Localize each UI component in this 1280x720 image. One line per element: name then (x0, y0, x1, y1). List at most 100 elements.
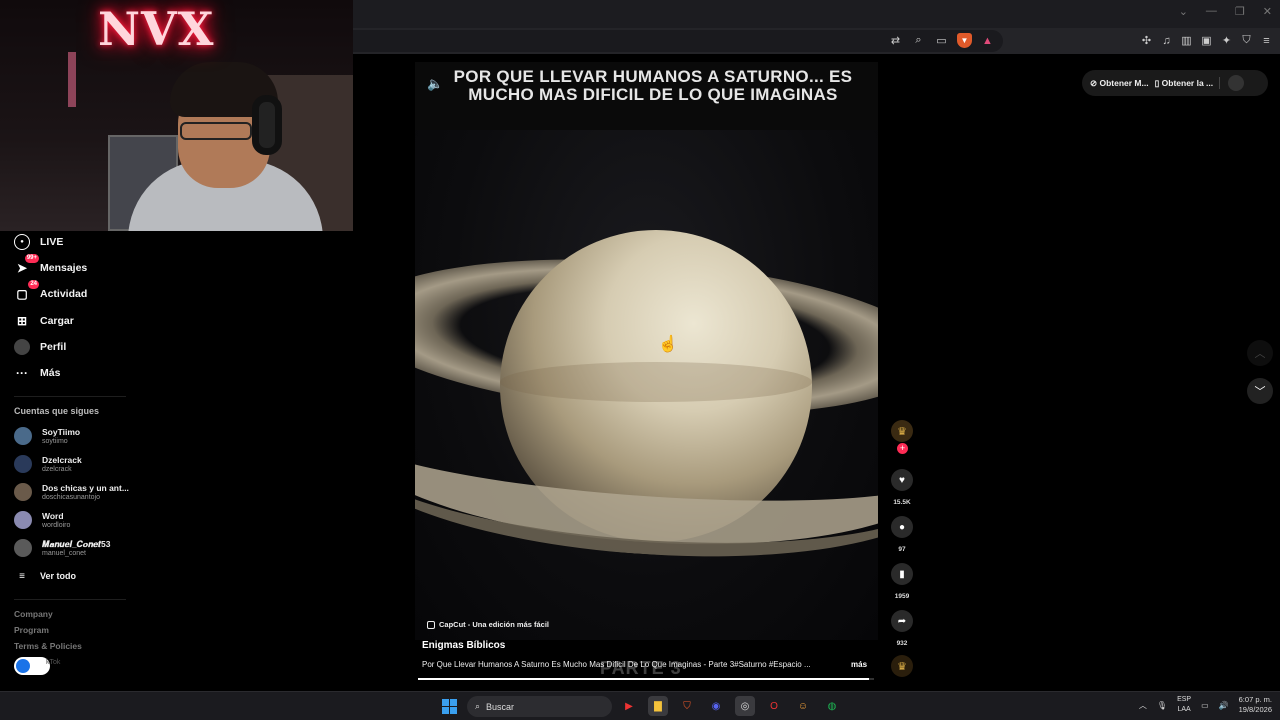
messenger-app-icon[interactable]: ☺ (793, 696, 813, 716)
hand-cursor-icon: ☝ (658, 336, 678, 353)
account-name: Dzelcrack (42, 454, 82, 465)
youtube-app-icon[interactable]: ▶ (619, 696, 639, 716)
comment-button[interactable]: ● (891, 516, 913, 538)
divider (1219, 77, 1221, 89)
sidebar-icon[interactable]: ▥ (1179, 33, 1194, 48)
brave-browser-icon[interactable]: ⛉ (677, 696, 697, 716)
previous-video-button[interactable]: ︿ (1247, 340, 1273, 366)
leo-icon[interactable]: ✦ (1219, 33, 1234, 48)
comment-icon: ● (898, 521, 906, 533)
footer-terms-link[interactable]: Terms & Policies (14, 641, 82, 651)
bookmark-icon: ▮ (899, 568, 905, 580)
get-pc-app-label: Obtener M... (1099, 77, 1149, 88)
translate-icon[interactable]: ⇄ (888, 33, 903, 48)
sidebar-item-label: LIVE (40, 236, 64, 248)
see-all-link[interactable]: ≡ Ver todo (14, 566, 76, 586)
sidebar-item-messages[interactable]: ➤ 99+ Mensajes (14, 254, 88, 278)
profile-icon (14, 339, 30, 355)
webcam-overlay: NVX (0, 0, 353, 231)
avatar (14, 539, 32, 557)
brave-shields-icon[interactable]: ▼ (957, 33, 972, 48)
close-window-button[interactable]: ✕ (1263, 5, 1272, 18)
minimize-button[interactable]: — (1206, 5, 1217, 18)
discord-icon[interactable]: ◉ (706, 696, 726, 716)
sidebar-item-upload[interactable]: ⊞ Cargar (14, 311, 74, 331)
following-account[interactable]: Word wordloiro (14, 509, 70, 531)
account-username: soytiimo (42, 437, 68, 445)
language-code: ESP (1177, 696, 1192, 703)
following-account[interactable]: 𝑴𝒂𝒏𝒖𝒆𝒍_𝑪𝒐𝒏𝒆𝒕53 manuel_conet (14, 537, 110, 559)
like-button[interactable]: ♥ (891, 469, 913, 491)
language-indicator[interactable]: ESP LAA (1177, 695, 1191, 715)
share-button[interactable]: ➦ (891, 610, 913, 632)
see-more-link[interactable]: más (851, 660, 867, 669)
webcam-light-strip (68, 52, 76, 107)
footer-program-link[interactable]: Program (14, 625, 49, 635)
network-icon[interactable]: ▭ (1201, 701, 1209, 710)
file-explorer-icon[interactable]: ▇ (648, 696, 668, 716)
maximize-button[interactable]: ❐ (1235, 5, 1245, 18)
microphone-icon[interactable]: 🎙 (1157, 701, 1167, 710)
obs-icon[interactable]: ◎ (735, 696, 755, 716)
avatar (14, 455, 32, 473)
browser-toolbar: ⇄ ⌕ ▭ ▼ ▲ ✣ ♫ ▥ ▣ ✦ ⛉ ≡ (353, 28, 1280, 54)
browser-titlebar: ⌄ — ❐ ✕ (353, 0, 1280, 28)
creator-avatar[interactable]: ♛ (891, 420, 913, 442)
opera-icon[interactable]: O (764, 696, 784, 716)
video-caption-bar: 🔈 POR QUE LLEVAR HUMANOS A SATURNO... ES… (415, 62, 878, 130)
divider (14, 396, 126, 397)
footer-company-link[interactable]: Company (14, 609, 53, 619)
tab-search-icon[interactable]: ⌄ (1179, 5, 1188, 18)
spotify-icon[interactable]: ◍ (822, 696, 842, 716)
vpn-icon[interactable]: ⛉ (1239, 33, 1254, 48)
account-username: wordloiro (42, 521, 71, 529)
zoom-icon[interactable]: ⌕ (911, 33, 926, 48)
sidebar-item-profile[interactable]: Perfil (14, 337, 66, 357)
taskbar-apps: ▶ ▇ ⛉ ◉ ◎ O ☺ ◍ (619, 696, 842, 716)
following-account[interactable]: Dzelcrack dzelcrack (14, 453, 82, 475)
activity-badge: 24 (28, 280, 39, 289)
get-pc-app-button[interactable]: ⊘ Obtener M... (1090, 78, 1149, 89)
show-hidden-icons[interactable]: ︿ (1139, 700, 1147, 711)
toggle-knob (16, 659, 30, 673)
theme-toggle[interactable] (14, 657, 50, 675)
share-icon: ➦ (897, 615, 907, 627)
music-disc-icon[interactable]: ♛ (891, 655, 913, 677)
user-avatar[interactable] (1228, 75, 1245, 91)
menu-icon[interactable]: ≡ (1259, 33, 1274, 48)
account-username: dzelcrack (42, 465, 72, 473)
upload-icon: ⊞ (16, 314, 28, 328)
capcut-watermark[interactable]: CapCut - Una edición más fácil (427, 620, 549, 629)
messages-icon: ➤ 99+ (16, 254, 39, 275)
following-account[interactable]: Dos chicas y un ant... doschicasunantojo (14, 481, 129, 503)
get-mobile-app-button[interactable]: ▯ Obtener la ... (1155, 78, 1214, 89)
extensions-icon[interactable]: ✣ (1139, 33, 1154, 48)
address-bar[interactable]: ⇄ ⌕ ▭ ▼ ▲ (353, 30, 1003, 52)
music-icon[interactable]: ♫ (1159, 33, 1174, 48)
neon-sign: NVX (98, 2, 215, 56)
volume-tray-icon[interactable]: 🔊 (1219, 701, 1229, 710)
video-description: Por Que Llevar Humanos A Saturno Es Much… (422, 660, 811, 669)
video-author[interactable]: Enigmas Bíblicos (422, 640, 505, 651)
start-button[interactable] (442, 699, 457, 714)
brave-rewards-icon[interactable]: ▲ (980, 33, 995, 48)
capcut-icon (427, 620, 435, 629)
cast-icon[interactable]: ▭ (934, 33, 949, 48)
sidebar-item-more[interactable]: ··· Más (14, 363, 60, 383)
taskbar-search[interactable]: ⌕ Buscar (467, 696, 612, 717)
next-video-button[interactable]: ﹀ (1247, 378, 1273, 404)
sidebar-item-label: Mensajes (40, 262, 88, 274)
account-name: Dos chicas y un ant... (42, 482, 129, 493)
video-player[interactable]: 🔈 POR QUE LLEVAR HUMANOS A SATURNO... ES… (415, 62, 878, 640)
heart-icon: ♥ (899, 474, 905, 486)
list-icon: ≡ (19, 570, 25, 582)
following-account[interactable]: SoyTiimo soytiimo (14, 425, 80, 447)
sidebar-item-label: Más (40, 367, 61, 379)
save-button[interactable]: ▮ (891, 563, 913, 585)
clock[interactable]: 6:07 p. m. 19/8/2026 (1239, 695, 1272, 715)
sidebar-item-activity[interactable]: ▢ 24 Actividad (14, 280, 87, 304)
sidebar-item-live[interactable]: ● LIVE (14, 232, 63, 252)
follow-button[interactable]: + (897, 443, 908, 454)
video-progress-bar[interactable] (418, 678, 874, 680)
wallet-icon[interactable]: ▣ (1199, 33, 1214, 48)
